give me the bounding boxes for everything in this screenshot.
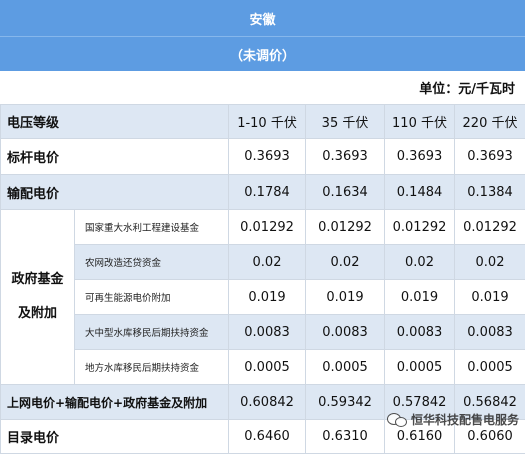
cell-value: 0.0083 [229, 315, 306, 350]
cell-value: 0.6460 [229, 420, 306, 454]
column-header: 110 千伏 [385, 105, 455, 139]
watermark: 恒华科技配售电服务 [387, 411, 519, 428]
cell-value: 0.019 [229, 280, 306, 315]
fund-item-label: 可再生能源电价附加 [75, 280, 229, 315]
row-label: 上网电价+输配电价+政府基金及附加 [1, 385, 229, 420]
column-header: 220 千伏 [455, 105, 525, 139]
row-label: 输配电价 [1, 175, 229, 210]
cell-value: 0.01292 [229, 210, 306, 245]
cell-value: 0.1784 [229, 175, 306, 210]
cell-value: 0.01292 [385, 210, 455, 245]
gov-fund-label-line2: 及附加 [7, 297, 68, 331]
cell-value: 0.019 [306, 280, 385, 315]
benchmark-row: 标杆电价 0.3693 0.3693 0.3693 0.3693 [1, 139, 525, 175]
fund-item-label: 农网改造还贷资金 [75, 245, 229, 280]
transmission-row: 输配电价 0.1784 0.1634 0.1484 0.1384 [1, 175, 525, 210]
cell-value: 0.3693 [306, 139, 385, 175]
fund-item-label: 国家重大水利工程建设基金 [75, 210, 229, 245]
cell-value: 0.6310 [306, 420, 385, 454]
voltage-level-header: 电压等级 [1, 105, 229, 139]
cell-value: 0.019 [385, 280, 455, 315]
cell-value: 0.0083 [306, 315, 385, 350]
watermark-text: 恒华科技配售电服务 [411, 411, 519, 428]
cell-value: 0.60842 [229, 385, 306, 420]
price-sheet: 安徽 （未调价） 单位：元/千瓦时 电压等级 1-10 千伏 35 千伏 110… [0, 0, 525, 450]
gov-fund-label-line1: 政府基金 [7, 263, 68, 297]
cell-value: 0.3693 [385, 139, 455, 175]
cell-value: 0.3693 [455, 139, 525, 175]
gov-fund-label: 政府基金 及附加 [1, 210, 75, 385]
row-label: 目录电价 [1, 420, 229, 454]
cell-value: 0.1634 [306, 175, 385, 210]
cell-value: 0.019 [455, 280, 525, 315]
cell-value: 0.01292 [306, 210, 385, 245]
fund-row: 地方水库移民后期扶持资金 0.0005 0.0005 0.0005 0.0005 [1, 350, 525, 385]
province-title: 安徽 [0, 0, 525, 36]
cell-value: 0.0005 [229, 350, 306, 385]
fund-row: 可再生能源电价附加 0.019 0.019 0.019 0.019 [1, 280, 525, 315]
cell-value: 0.1484 [385, 175, 455, 210]
cell-value: 0.0005 [306, 350, 385, 385]
row-label: 标杆电价 [1, 139, 229, 175]
column-header: 1-10 千伏 [229, 105, 306, 139]
cell-value: 0.0005 [385, 350, 455, 385]
cell-value: 0.0083 [455, 315, 525, 350]
cell-value: 0.02 [306, 245, 385, 280]
cell-value: 0.02 [229, 245, 306, 280]
cell-value: 0.02 [455, 245, 525, 280]
column-header: 35 千伏 [306, 105, 385, 139]
fund-row: 大中型水库移民后期扶持资金 0.0083 0.0083 0.0083 0.008… [1, 315, 525, 350]
cell-value: 0.01292 [455, 210, 525, 245]
fund-row: 政府基金 及附加 国家重大水利工程建设基金 0.01292 0.01292 0.… [1, 210, 525, 245]
header-row: 电压等级 1-10 千伏 35 千伏 110 千伏 220 千伏 [1, 105, 525, 139]
fund-item-label: 地方水库移民后期扶持资金 [75, 350, 229, 385]
fund-item-label: 大中型水库移民后期扶持资金 [75, 315, 229, 350]
fund-row: 农网改造还贷资金 0.02 0.02 0.02 0.02 [1, 245, 525, 280]
unit-label: 单位：元/千瓦时 [0, 70, 525, 104]
cell-value: 0.02 [385, 245, 455, 280]
cell-value: 0.59342 [306, 385, 385, 420]
cell-value: 0.1384 [455, 175, 525, 210]
price-table: 电压等级 1-10 千伏 35 千伏 110 千伏 220 千伏 标杆电价 0.… [0, 104, 525, 454]
cell-value: 0.3693 [229, 139, 306, 175]
cell-value: 0.0005 [455, 350, 525, 385]
cell-value: 0.0083 [385, 315, 455, 350]
price-status-subtitle: （未调价） [0, 36, 525, 71]
wechat-icon [387, 413, 407, 427]
